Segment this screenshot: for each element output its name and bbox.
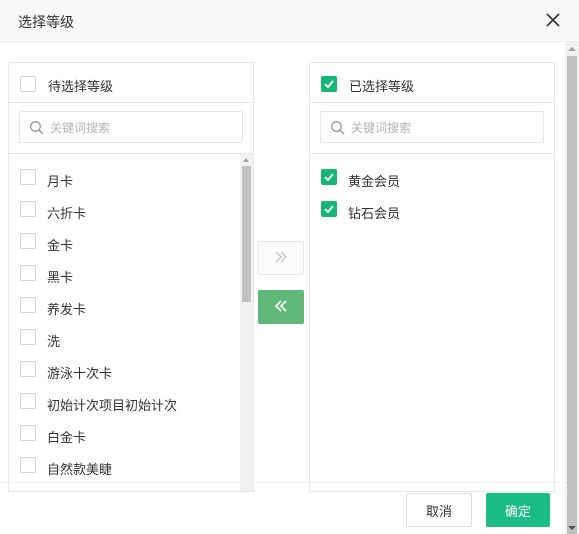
list-item[interactable]: 洗 xyxy=(9,324,239,356)
scroll-up-arrow-icon[interactable] xyxy=(568,47,576,51)
move-to-selected-button[interactable] xyxy=(258,241,304,275)
item-label: 黄金会员 xyxy=(348,175,401,190)
item-label: 自然款美睫 xyxy=(47,463,113,478)
item-checkbox[interactable] xyxy=(20,361,36,377)
item-checkbox[interactable] xyxy=(20,297,36,313)
item-label: 白金卡 xyxy=(47,431,87,446)
list-item[interactable]: 黄金会员 xyxy=(310,164,540,196)
selected-levels-list: 黄金会员 钻石会员 xyxy=(310,164,540,228)
item-checkbox[interactable] xyxy=(20,393,36,409)
list-item[interactable]: 自然款美睫 xyxy=(9,452,239,484)
available-levels-label: 待选择等级 xyxy=(48,80,114,95)
available-search-box[interactable] xyxy=(19,111,243,143)
item-checkbox[interactable] xyxy=(20,233,36,249)
item-label: 钻石会员 xyxy=(348,207,401,222)
search-icon xyxy=(330,120,346,136)
move-to-available-button[interactable] xyxy=(258,290,304,324)
available-levels-header: 待选择等级 xyxy=(9,63,253,103)
footer-divider xyxy=(0,482,565,483)
item-label: 金卡 xyxy=(47,239,74,254)
item-checkbox[interactable] xyxy=(321,201,337,217)
item-checkbox[interactable] xyxy=(321,169,337,185)
scrollbar-thumb[interactable] xyxy=(567,56,577,534)
scroll-down-arrow-icon[interactable] xyxy=(568,526,576,530)
list-item[interactable]: 月卡 xyxy=(9,164,239,196)
selected-search-input[interactable] xyxy=(351,118,536,138)
available-search-input[interactable] xyxy=(50,118,235,138)
search-icon xyxy=(29,120,45,136)
confirm-button[interactable]: 确定 xyxy=(486,493,550,527)
list-item[interactable]: 金卡 xyxy=(9,228,239,260)
selected-levels-header: 已选择等级 xyxy=(310,63,554,103)
item-checkbox[interactable] xyxy=(20,329,36,345)
list-item[interactable]: 白金卡 xyxy=(9,420,239,452)
select-all-available-checkbox[interactable] xyxy=(20,76,36,92)
item-label: 初始计次项目初始计次 xyxy=(47,399,178,414)
selected-search-box[interactable] xyxy=(320,111,544,143)
close-icon[interactable] xyxy=(543,10,563,30)
item-label: 洗 xyxy=(47,335,61,350)
item-label: 黑卡 xyxy=(47,271,74,286)
dialog-scrollbar[interactable] xyxy=(565,42,579,534)
item-label: 养发卡 xyxy=(47,303,87,318)
available-levels-list-area: 月卡六折卡金卡黑卡养发卡洗游泳十次卡初始计次项目初始计次 白金卡自然款美睫 xyxy=(9,153,253,491)
cancel-button[interactable]: 取消 xyxy=(406,493,472,527)
selected-levels-panel: 已选择等级 黄金会员钻石会员 xyxy=(309,62,555,492)
selected-levels-list-area: 黄金会员 钻石会员 xyxy=(310,153,554,491)
scroll-up-arrow-icon[interactable] xyxy=(243,158,249,162)
double-chevron-right-icon xyxy=(273,249,289,268)
available-levels-list: 月卡六折卡金卡黑卡养发卡洗游泳十次卡初始计次项目初始计次 白金卡自然款美睫 xyxy=(9,164,239,484)
dialog-header: 选择等级 xyxy=(0,0,579,42)
item-checkbox[interactable] xyxy=(20,457,36,473)
item-label: 游泳十次卡 xyxy=(47,367,113,382)
list-item[interactable]: 钻石会员 xyxy=(310,196,540,228)
available-levels-panel: 待选择等级 月卡六折卡金卡黑卡养发卡洗游泳十次卡初始计次项目初始计次白金卡自然款… xyxy=(8,62,254,492)
select-level-dialog: 选择等级 待选择等级 月卡六折卡金卡黑卡养发卡洗游泳十次卡初始计次项目初始计次白… xyxy=(0,0,579,534)
dialog-title: 选择等级 xyxy=(18,15,74,31)
list-item[interactable]: 初始计次项目初始计次 xyxy=(9,388,239,420)
list-item[interactable]: 游泳十次卡 xyxy=(9,356,239,388)
list-item[interactable]: 黑卡 xyxy=(9,260,239,292)
item-checkbox[interactable] xyxy=(20,265,36,281)
select-all-selected-checkbox[interactable] xyxy=(321,76,337,92)
item-checkbox[interactable] xyxy=(20,169,36,185)
item-label: 月卡 xyxy=(47,175,74,190)
double-chevron-left-icon xyxy=(273,298,289,317)
available-list-scrollbar[interactable] xyxy=(240,154,253,491)
list-item[interactable]: 养发卡 xyxy=(9,292,239,324)
selected-levels-label: 已选择等级 xyxy=(349,80,415,95)
item-label: 六折卡 xyxy=(47,207,87,222)
item-checkbox[interactable] xyxy=(20,425,36,441)
list-item[interactable]: 六折卡 xyxy=(9,196,239,228)
scrollbar-thumb[interactable] xyxy=(242,166,251,302)
item-checkbox[interactable] xyxy=(20,201,36,217)
